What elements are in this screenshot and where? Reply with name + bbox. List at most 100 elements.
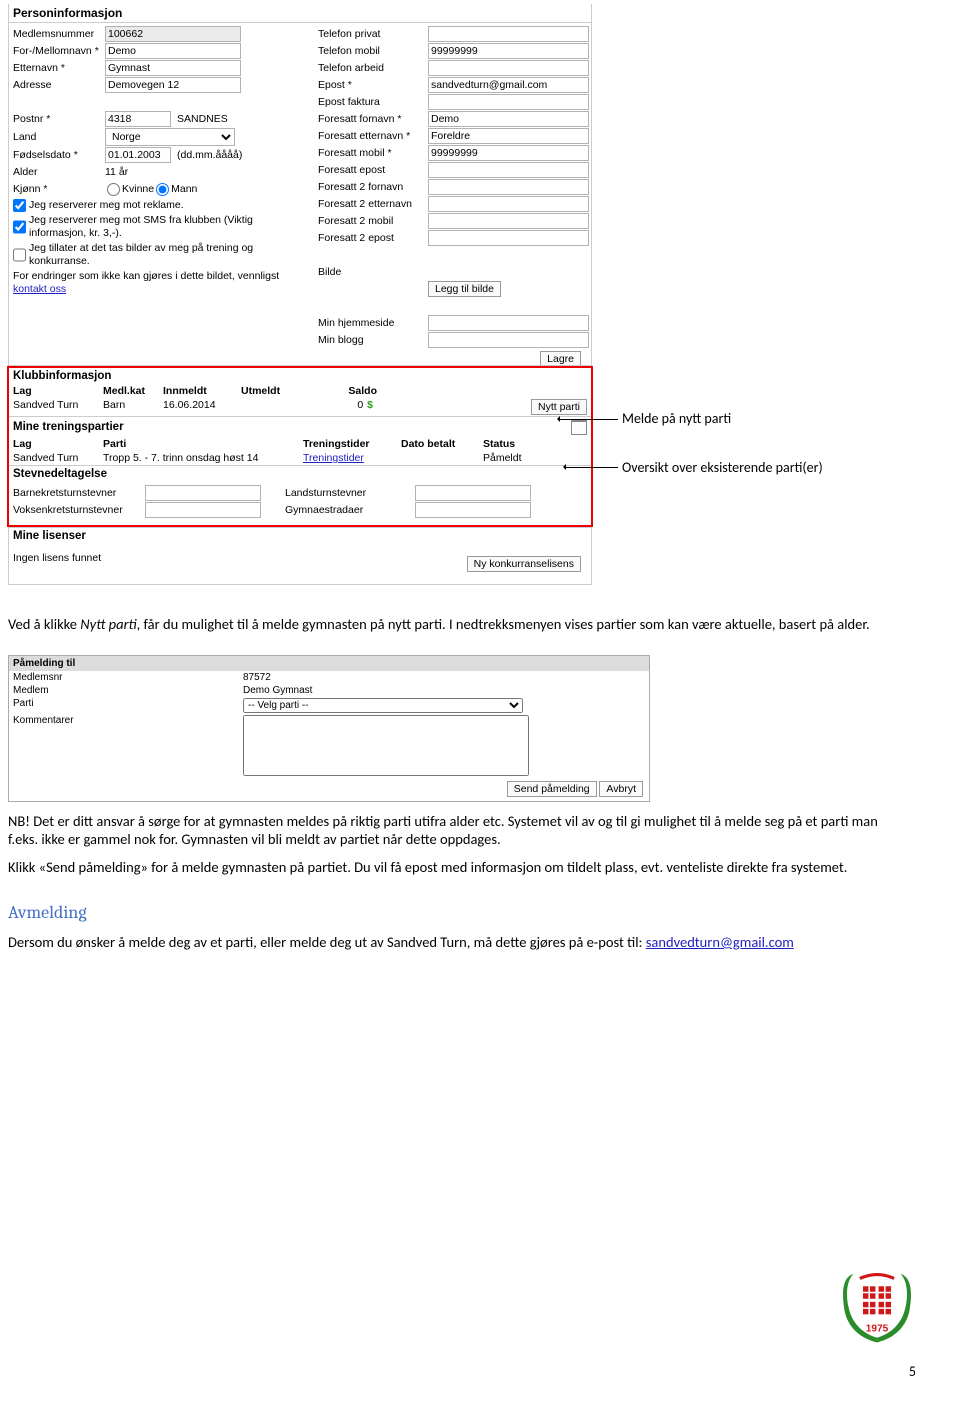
trow-parti: Tropp 5. - 7. trinn onsdag høst 14: [103, 451, 303, 465]
input-f2-fornavn[interactable]: [428, 179, 589, 195]
col-lag: Lag: [13, 384, 103, 398]
lbl-medlemsnummer: Medlemsnummer: [13, 28, 105, 40]
trow-status: Påmeldt: [483, 451, 541, 465]
lbl-f2-etternavn: Foresatt 2 etternavn: [318, 198, 428, 210]
lbl-f2-fornavn: Foresatt 2 fornavn: [318, 181, 428, 193]
lbl-f2-mobil: Foresatt 2 mobil: [318, 215, 428, 227]
input-postnr[interactable]: [105, 111, 171, 127]
dlbl-parti: Parti: [13, 698, 243, 709]
input-medlemsnummer[interactable]: [105, 26, 241, 42]
col-medlkat: Medl.kat: [103, 384, 163, 398]
lagre-button[interactable]: Lagre: [540, 351, 581, 365]
dialog-heading: Påmelding til: [9, 656, 649, 671]
input-fornavn[interactable]: [105, 43, 241, 59]
input-f-epost[interactable]: [428, 162, 589, 178]
input-f2-etternavn[interactable]: [428, 196, 589, 212]
lbl-fodselsdato: Fødselsdato *: [13, 149, 105, 161]
arrow-icon: [566, 467, 618, 468]
input-min-hjemmeside[interactable]: [428, 315, 589, 331]
stevnedeltagelse-heading: Stevnedeltagelse: [9, 465, 591, 482]
ny-konkurranselisens-button[interactable]: Ny konkurranselisens: [467, 556, 581, 572]
print-icon[interactable]: [571, 419, 587, 435]
fodselsdato-hint: (dd.mm.åååå): [177, 149, 242, 161]
lbl-tlf-mobil: Telefon mobil: [318, 45, 428, 57]
lbl-epost-faktura: Epost faktura: [318, 96, 428, 108]
trow-lag: Sandved Turn: [13, 451, 103, 465]
kontakt-oss-link[interactable]: kontakt oss: [13, 283, 66, 295]
lbl-alder: Alder: [13, 166, 105, 178]
lbl-barnekrets: Barnekretsturnstevner: [13, 487, 145, 499]
p1-italic: Nytt parti: [80, 615, 136, 633]
input-f-fornavn[interactable]: [428, 111, 589, 127]
treningspartier-heading: Mine treningspartier: [13, 421, 124, 433]
chk-sms[interactable]: [13, 214, 26, 240]
input-etternavn[interactable]: [105, 60, 241, 76]
input-fodselsdato[interactable]: [105, 147, 171, 163]
radio-mann-label: Mann: [171, 183, 197, 195]
tcol-lag: Lag: [13, 437, 103, 451]
input-voksenkrets[interactable]: [145, 502, 261, 518]
dval-medlemsnr: 87572: [243, 672, 271, 683]
tcol-parti: Parti: [103, 437, 303, 451]
radio-mann[interactable]: [156, 183, 169, 196]
svg-text:1975: 1975: [866, 1324, 889, 1335]
legg-til-bilde-button[interactable]: Legg til bilde: [428, 281, 501, 297]
annot-eksisterende: Oversikt over eksisterende parti(er): [622, 459, 823, 476]
input-min-blogg[interactable]: [428, 332, 589, 348]
lbl-bilde: Bilde: [318, 266, 428, 278]
chk-reklame-label: Jeg reserverer meg mot reklame.: [29, 199, 184, 212]
dlbl-medlem: Medlem: [13, 685, 243, 696]
col-saldo: Saldo: [319, 384, 377, 398]
radio-kvinne[interactable]: [107, 183, 120, 196]
saldo-value: 0: [357, 399, 363, 411]
lbl-f-etternavn: Foresatt etternavn *: [318, 130, 428, 142]
lbl-tlf-privat: Telefon privat: [318, 28, 428, 40]
input-f2-mobil[interactable]: [428, 213, 589, 229]
contact-note: For endringer som ikke kan gjøres i dett…: [13, 270, 279, 282]
select-land[interactable]: Norge: [105, 128, 235, 146]
input-f2-epost[interactable]: [428, 230, 589, 246]
tcol-treningstider: Treningstider: [303, 437, 401, 451]
input-epost[interactable]: [428, 77, 589, 93]
lbl-land: Land: [13, 131, 105, 143]
p1a: Ved å klikke: [8, 615, 80, 633]
send-paamelding-button[interactable]: Send påmelding: [507, 781, 597, 797]
nytt-parti-button[interactable]: Nytt parti: [531, 399, 587, 415]
lbl-postnr: Postnr *: [13, 113, 105, 125]
input-f-mobil[interactable]: [428, 145, 589, 161]
input-barnekrets[interactable]: [145, 485, 261, 501]
table-row: Barn: [103, 398, 163, 416]
select-parti[interactable]: -- Velg parti --: [243, 698, 523, 713]
lbl-min-blogg: Min blogg: [318, 334, 428, 346]
table-row: 16.06.2014: [163, 398, 241, 416]
input-tlf-privat[interactable]: [428, 26, 589, 42]
email-link[interactable]: sandvedturn@gmail.com: [646, 933, 794, 951]
lbl-etternavn: Etternavn *: [13, 62, 105, 74]
p4a: Dersom du ønsker å melde deg av et parti…: [8, 933, 646, 951]
lbl-f-mobil: Foresatt mobil *: [318, 147, 428, 159]
p3: Klikk «Send påmelding» for å melde gymna…: [8, 858, 878, 876]
input-gymnaestrada[interactable]: [415, 502, 531, 518]
sandved-logo: 1975: [838, 1265, 916, 1348]
personinfo-heading: Personinformasjon: [9, 4, 591, 23]
input-epost-faktura[interactable]: [428, 94, 589, 110]
lbl-min-hjemmeside: Min hjemmeside: [318, 317, 428, 329]
p2-nb: NB! Det er ditt ansvar å sørge for at gy…: [8, 812, 878, 848]
input-f-etternavn[interactable]: [428, 128, 589, 144]
dval-medlem: Demo Gymnast: [243, 685, 312, 696]
chk-reklame[interactable]: [13, 199, 26, 212]
input-adresse[interactable]: [105, 77, 241, 93]
arrow-icon: [560, 419, 618, 420]
lbl-fornavn: For-/Mellomnavn *: [13, 45, 105, 57]
input-landsturn[interactable]: [415, 485, 531, 501]
input-tlf-mobil[interactable]: [428, 43, 589, 59]
input-tlf-arbeid[interactable]: [428, 60, 589, 76]
textarea-kommentarer[interactable]: [243, 715, 529, 776]
avbryt-button[interactable]: Avbryt: [599, 781, 643, 797]
avmelding-heading: Avmelding: [8, 902, 920, 923]
lbl-landsturn: Landsturnstevner: [285, 487, 415, 499]
col-innmeldt: Innmeldt: [163, 384, 241, 398]
chk-bilder[interactable]: [13, 242, 26, 268]
lbl-f-epost: Foresatt epost: [318, 164, 428, 176]
treningstider-link[interactable]: Treningstider: [303, 452, 364, 464]
